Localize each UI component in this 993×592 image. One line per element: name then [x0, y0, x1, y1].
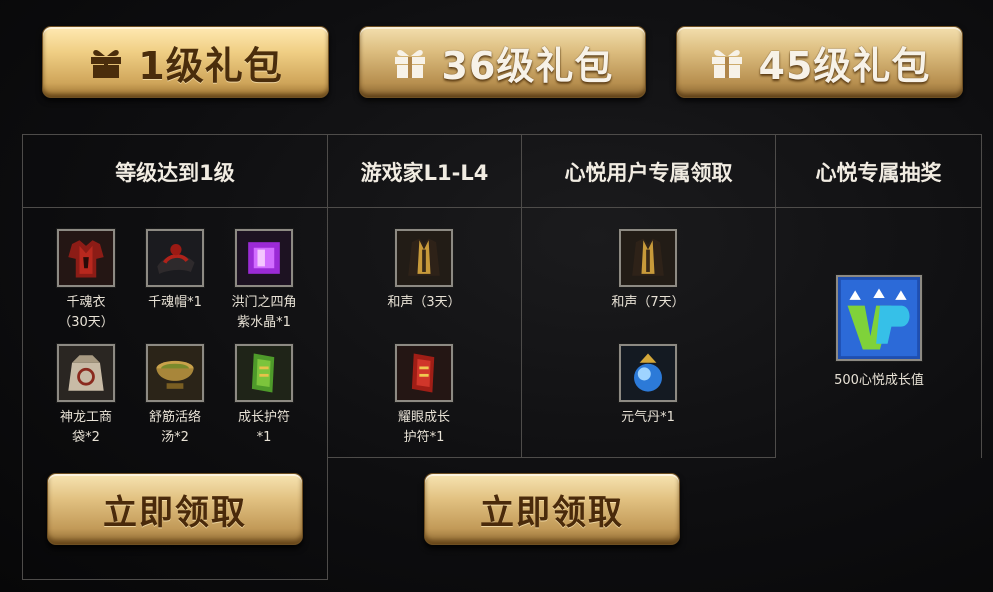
- claim-button[interactable]: 立即领取: [47, 473, 303, 545]
- claim-button[interactable]: 立即领取: [424, 473, 680, 545]
- green-talisman-icon: [235, 344, 293, 402]
- item-name: 元气丹*1: [621, 410, 675, 425]
- red-talisman-icon: [395, 344, 453, 402]
- reward-item: 元气丹*1: [603, 344, 693, 428]
- reward-item: 成长护符 *1: [219, 344, 309, 448]
- tab-label: 45级礼包: [758, 43, 931, 88]
- item-name: 洪门之四角 紫水晶*1: [231, 295, 297, 330]
- item-name: 千魂帽*1: [148, 295, 202, 310]
- vip-icon: [836, 275, 922, 361]
- reward-item: 神龙工商 袋*2: [41, 344, 131, 448]
- red-armor-icon: [57, 229, 115, 287]
- table-border-right: [981, 134, 982, 458]
- tab-label: 36级礼包: [441, 43, 614, 88]
- gift-icon: [711, 50, 742, 78]
- item-name: 神龙工商 袋*2: [59, 410, 112, 445]
- bag-icon: [57, 344, 115, 402]
- item-name: 500心悦成长值: [834, 373, 924, 388]
- gold-robe-icon: [395, 229, 453, 287]
- reward-item: 舒筋活络 汤*2: [130, 344, 220, 448]
- column-header-lottery: 心悦专属抽奖: [815, 161, 942, 185]
- reward-item: 和声（7天）: [603, 229, 693, 313]
- claim-button-label: 立即领取: [480, 492, 624, 533]
- item-name: 和声（7天）: [611, 295, 685, 310]
- item-name: 舒筋活络 汤*2: [148, 410, 201, 445]
- reward-item: 耀眼成长 护符*1: [379, 344, 469, 448]
- gold-robe-icon: [619, 229, 677, 287]
- soup-bowl-icon: [146, 344, 204, 402]
- table-border-bottom: [22, 579, 328, 580]
- tab-level-36[interactable]: 36级礼包: [359, 26, 646, 98]
- item-name: 成长护符 *1: [237, 410, 290, 445]
- column-header-level1: 等级达到1级: [115, 161, 235, 185]
- table-border-top: [22, 134, 982, 135]
- purple-gem-icon: [235, 229, 293, 287]
- blue-orb-icon: [619, 344, 677, 402]
- gift-icon: [394, 50, 425, 78]
- tab-label: 1级礼包: [138, 43, 283, 88]
- column-header-xinyue: 心悦用户专属领取: [564, 161, 733, 185]
- reward-item: 和声（3天）: [379, 229, 469, 313]
- reward-item: 千魂帽*1: [130, 229, 220, 313]
- item-name: 耀眼成长 护符*1: [397, 410, 450, 445]
- reward-item: 千魂衣 （30天）: [41, 229, 131, 333]
- claim-button-label: 立即领取: [103, 492, 247, 533]
- reward-item: 洪门之四角 紫水晶*1: [219, 229, 309, 333]
- tab-level-45[interactable]: 45级礼包: [676, 26, 963, 98]
- item-name: 和声（3天）: [387, 295, 461, 310]
- tab-level-1[interactable]: 1级礼包: [42, 26, 329, 98]
- dark-hat-icon: [146, 229, 204, 287]
- reward-item: 500心悦成长值: [827, 275, 931, 391]
- row-divider: [327, 457, 776, 458]
- column-header-gamer: 游戏家L1-L4: [360, 161, 489, 185]
- item-name: 千魂衣 （30天）: [58, 295, 114, 330]
- gift-icon: [91, 50, 122, 78]
